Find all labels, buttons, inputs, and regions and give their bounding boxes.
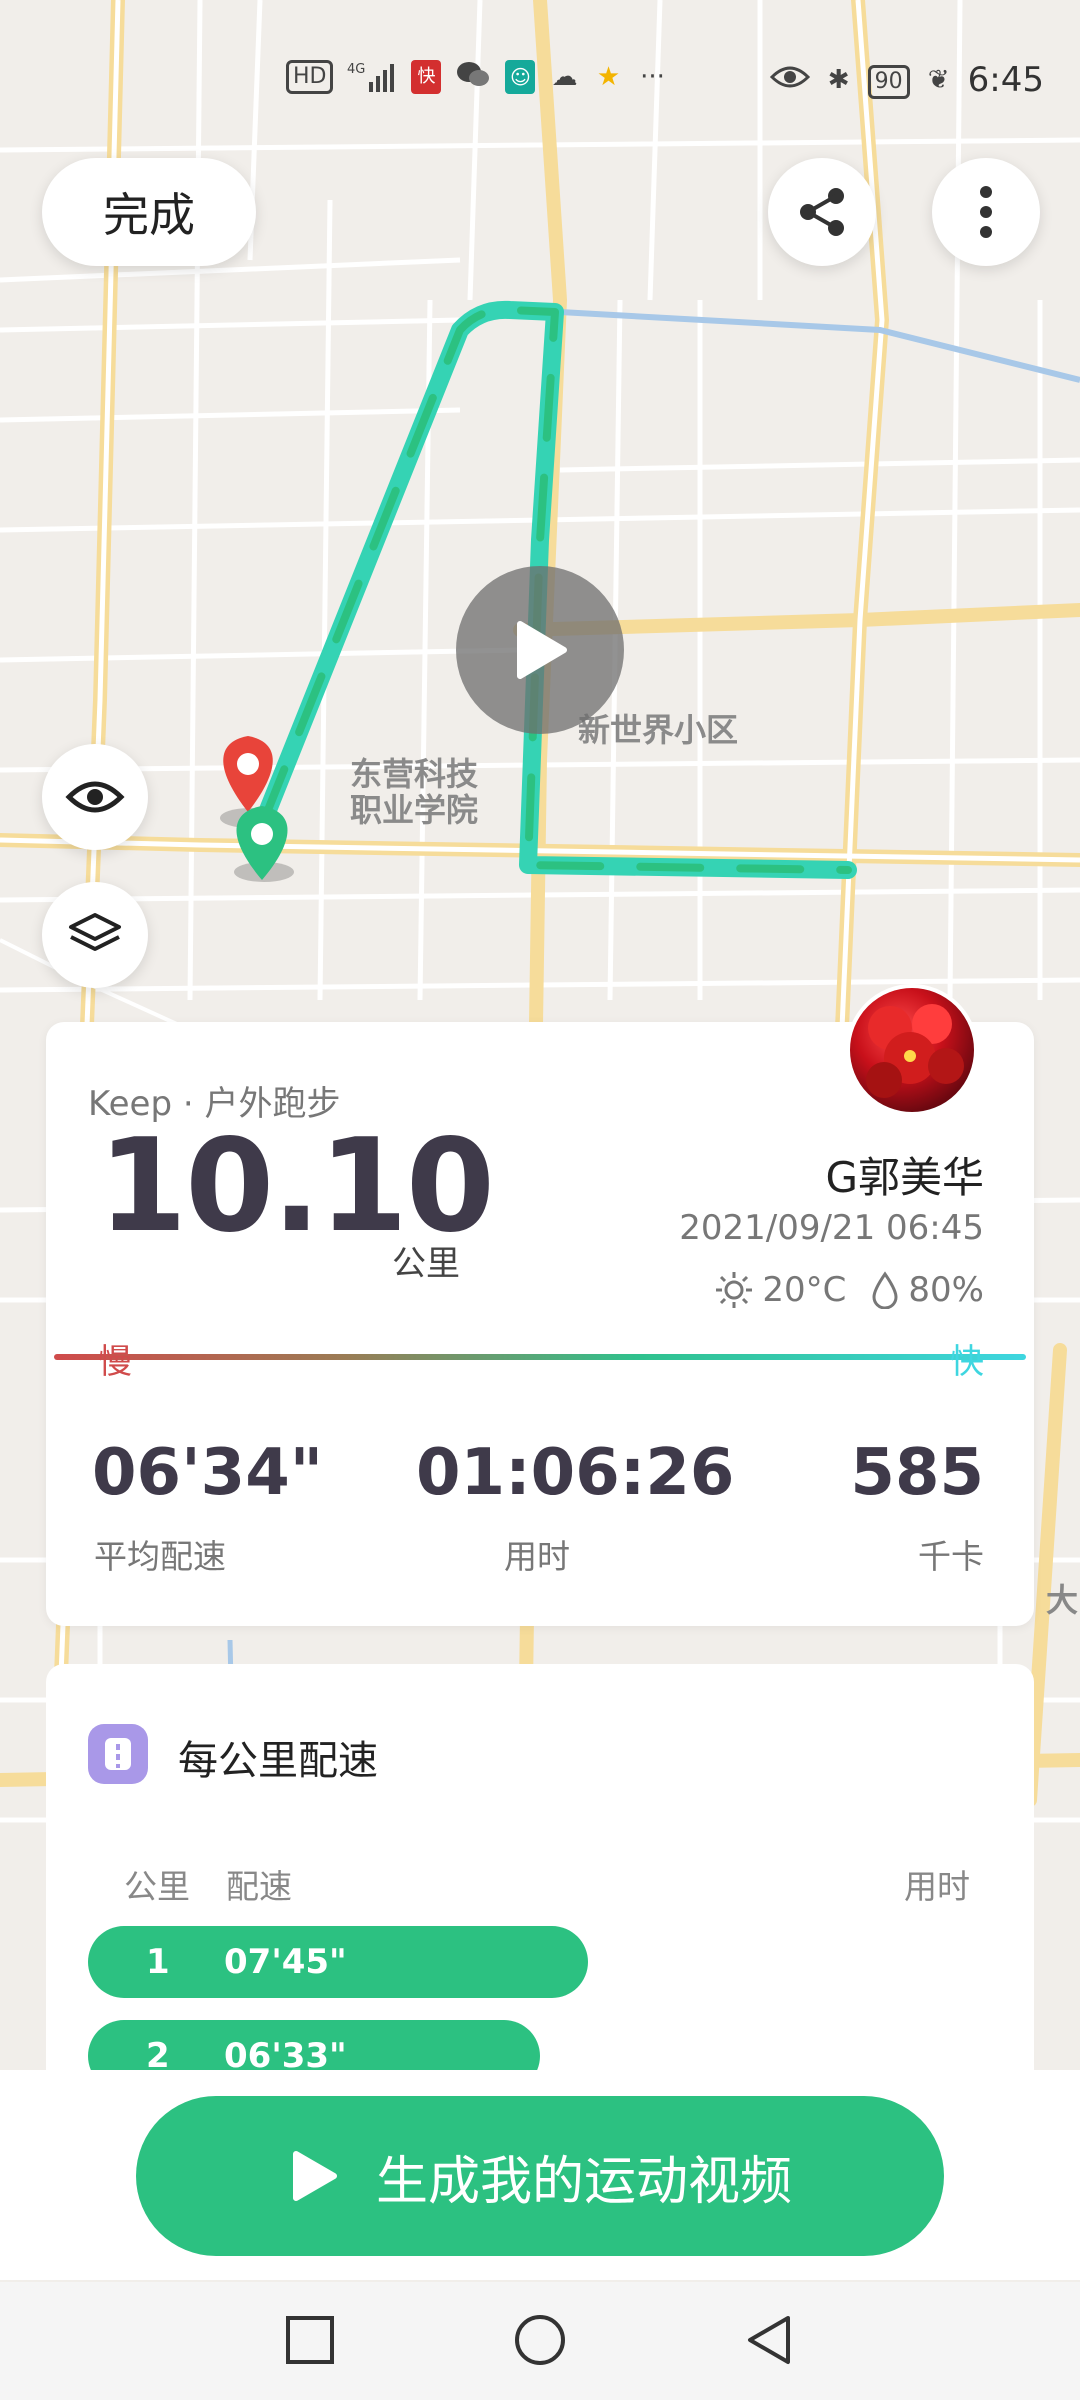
pace-row: 1 07'45": [88, 1926, 588, 1998]
svg-text:4G: 4G: [347, 62, 365, 77]
more-options-button[interactable]: [932, 158, 1040, 266]
column-pace: 配速: [226, 1867, 292, 1906]
hd-icon: HD: [286, 60, 334, 94]
status-bar: HD 4G 快 ☺ ☁ ★ ··· ✱ 90 ❦ 6:45: [0, 52, 1080, 112]
calories-label: 千卡: [918, 1537, 984, 1576]
weather-info: 20°C 80%: [714, 1270, 984, 1310]
map-label-edge: 大: [1046, 1581, 1079, 1619]
eye-icon: [65, 781, 125, 813]
distance-unit: 公里: [392, 1244, 460, 1284]
humidity-icon: [872, 1271, 898, 1309]
map-label-college: 东营科技 职业学院: [350, 756, 478, 828]
play-icon: [292, 2151, 337, 2201]
humidity: 80%: [908, 1270, 984, 1310]
more-icon: ···: [640, 62, 665, 92]
pace-gradient-bar: [54, 1354, 1026, 1360]
avatar[interactable]: [846, 984, 978, 1116]
generate-video-label: 生成我的运动视频: [375, 2151, 792, 2212]
workout-datetime: 2021/09/21 06:45: [679, 1208, 984, 1248]
eye-comfort-icon: [769, 63, 810, 97]
4g-signal-icon: 4G: [347, 60, 397, 94]
play-icon: [517, 621, 567, 679]
status-time: 6:45: [967, 60, 1044, 100]
home-button[interactable]: [512, 2312, 568, 2368]
news-app-icon: 快: [411, 60, 442, 94]
share-icon: [800, 188, 844, 236]
workout-summary-card: Keep · 户外跑步 10.10 公里 G郭美华 2021/09/21 06:…: [46, 1022, 1034, 1626]
map-layers-button[interactable]: [42, 882, 148, 988]
map-label-college-line2: 职业学院: [350, 791, 479, 829]
leaf-icon: ❦: [927, 65, 950, 95]
pace-row-value: 07'45": [224, 1942, 347, 1982]
sun-icon: [716, 1272, 753, 1308]
pace-icon: [88, 1724, 148, 1784]
replay-button[interactable]: [456, 566, 624, 734]
map-label-community: 新世界小区: [578, 711, 739, 749]
duration-value: 01:06:26: [416, 1436, 735, 1510]
user-name: G郭美华: [825, 1153, 984, 1202]
layers-icon: [69, 913, 121, 951]
recent-apps-button[interactable]: [282, 2312, 338, 2368]
more-vertical-icon: [980, 186, 992, 238]
generate-video-button[interactable]: 生成我的运动视频: [136, 2096, 944, 2256]
pace-title: 每公里配速: [178, 1738, 378, 1784]
calories-value: 585: [850, 1436, 984, 1510]
slow-label: 慢: [98, 1342, 132, 1382]
wechat-icon: [455, 60, 491, 94]
pace-per-km-card: 每公里配速 公里 配速 用时 1 07'45" 2 06'33": [46, 1664, 1034, 2084]
fast-label: 快: [950, 1342, 984, 1382]
duration-label: 用时: [504, 1537, 570, 1576]
column-time: 用时: [904, 1867, 970, 1906]
star-icon: ★: [596, 62, 621, 92]
avg-pace-label: 平均配速: [94, 1537, 226, 1576]
system-navigation-bar: [0, 2282, 1080, 2400]
pace-row-km: 1: [146, 1942, 170, 1982]
map-label-college-line1: 东营科技: [350, 755, 479, 793]
visibility-button[interactable]: [42, 744, 148, 850]
column-km: 公里: [124, 1867, 190, 1906]
avg-pace-value: 06'34": [92, 1436, 324, 1510]
battery-icon: 90: [867, 63, 910, 99]
back-button[interactable]: [742, 2312, 798, 2368]
temperature: 20°C: [762, 1270, 847, 1310]
cloud-icon: ☁: [551, 62, 578, 92]
mi-icon: ☺: [505, 60, 536, 94]
bluetooth-icon: ✱: [827, 65, 850, 95]
battery-level: 90: [867, 65, 910, 99]
share-button[interactable]: [768, 158, 876, 266]
done-button[interactable]: 完成: [42, 158, 256, 266]
